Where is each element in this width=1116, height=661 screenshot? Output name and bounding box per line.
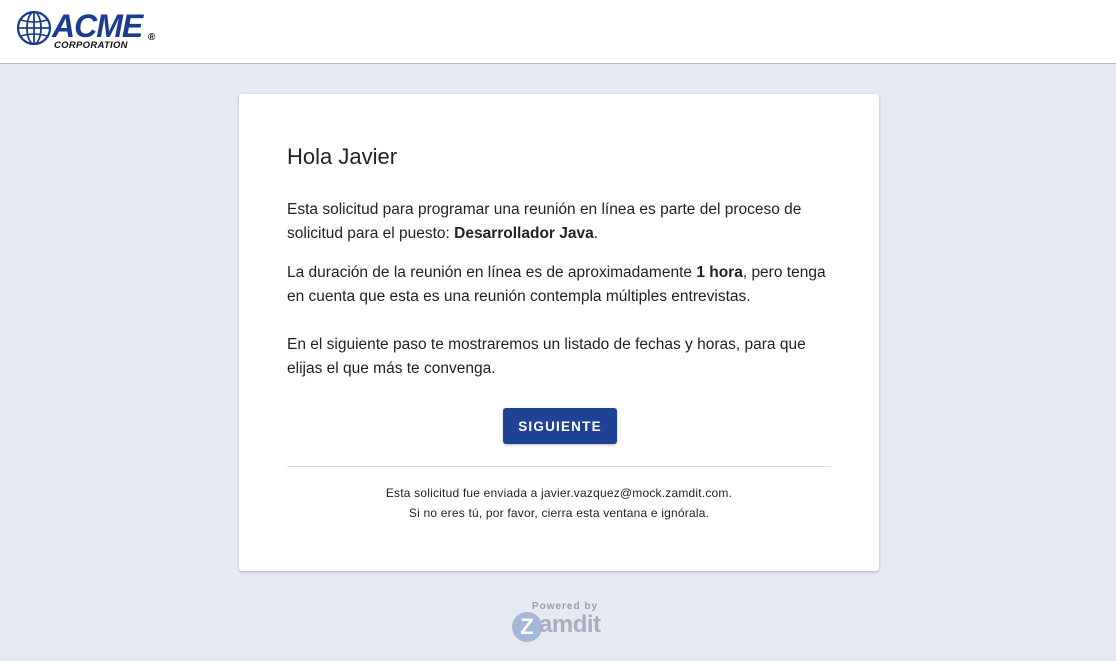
logo-subtitle: CORPORATION	[54, 40, 128, 51]
divider	[287, 466, 831, 467]
duration-value: 1 hora	[696, 264, 743, 281]
sent-to-note: Esta solicitud fue enviada a javier.vazq…	[385, 486, 733, 500]
next-button[interactable]: SIGUIENTE	[503, 408, 617, 444]
intro-end: .	[593, 225, 599, 242]
acme-logo[interactable]: ACME CORPORATION ®	[16, 8, 166, 52]
powered-by-zamdit[interactable]: Powered by Z amdit	[508, 600, 608, 646]
duration-text: La duración de la reunión en línea es de…	[287, 264, 697, 281]
invitation-card: Hola Javier Esta solicitud para programa…	[239, 94, 879, 571]
registered-mark: ®	[148, 32, 156, 43]
duration-paragraph: La duración de la reunión en línea es de…	[287, 261, 835, 309]
top-bar: ACME CORPORATION ®	[0, 0, 1116, 64]
next-step-paragraph: En el siguiente paso te mostraremos un l…	[287, 336, 806, 377]
zamdit-wordmark: amdit	[539, 611, 601, 638]
greeting-title: Hola Javier	[287, 144, 398, 169]
job-title: Desarrollador Java	[454, 225, 594, 242]
ignore-note: Si no eres tú, por favor, cierra esta ve…	[408, 506, 710, 520]
intro-paragraph: Esta solicitud para programar una reunió…	[287, 198, 835, 246]
globe-icon	[16, 10, 52, 46]
zamdit-z-icon: Z	[512, 612, 542, 642]
